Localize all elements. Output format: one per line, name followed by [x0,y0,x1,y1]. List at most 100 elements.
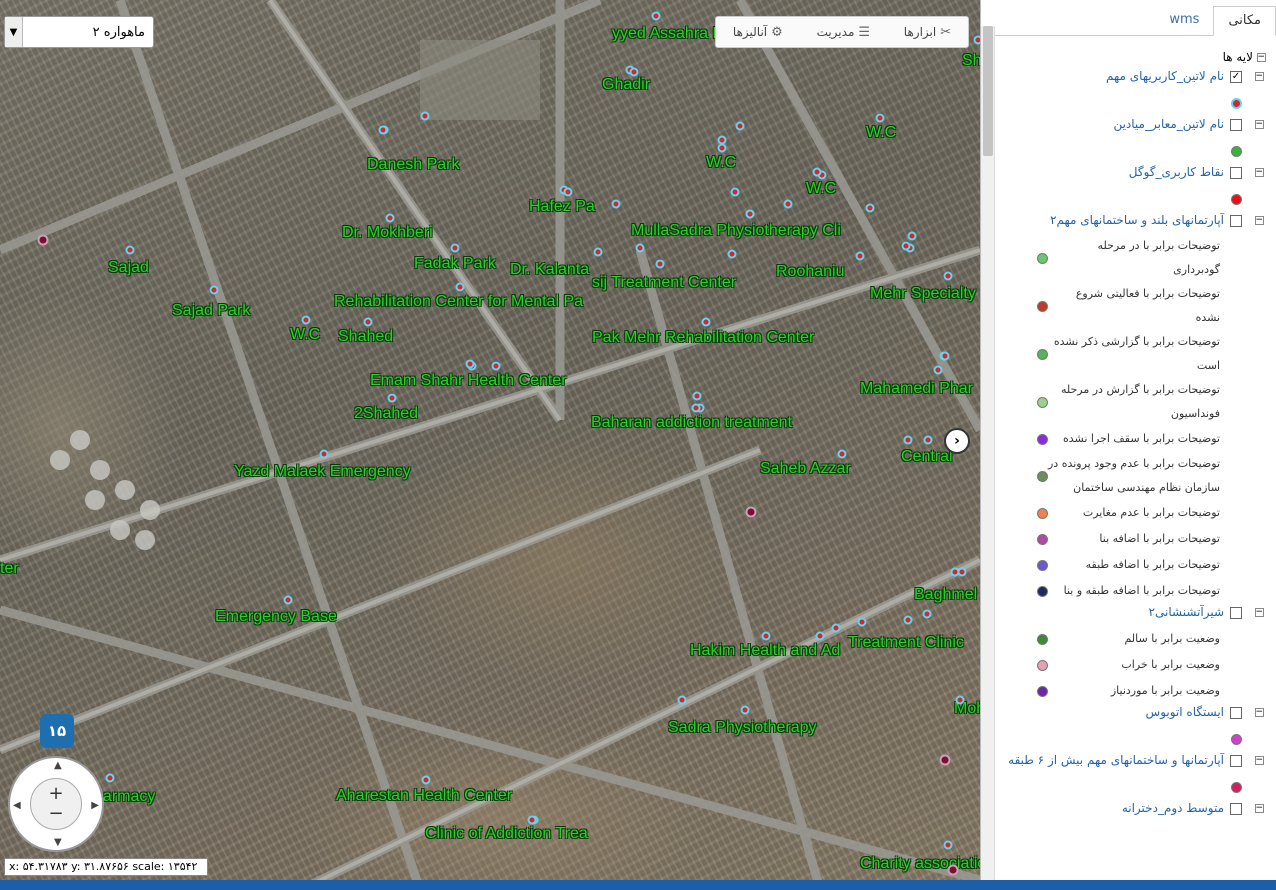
zoom-out-button[interactable]: − [48,804,63,824]
poi-marker-icon[interactable] [491,361,501,371]
layer-name[interactable]: آپارتمانهای بلند و ساختمانهای مهم۲ [1050,212,1224,229]
poi-marker-icon[interactable] [209,285,219,295]
panel-collapse-button[interactable]: › [944,428,970,454]
layer-row[interactable]: ✓ نام لاتین_کاربریهای مهم [997,68,1242,90]
poi-label[interactable]: Dr. Mokhberi [342,224,433,242]
poi-marker-icon[interactable] [635,243,645,253]
poi-marker-icon[interactable] [363,317,373,327]
layer-name[interactable]: ایستگاه اتوبوس [1146,704,1224,721]
poi-marker-icon[interactable] [812,167,822,177]
poi-label[interactable]: Treatment Clinic [848,634,964,652]
poi-marker-icon[interactable] [37,234,49,246]
poi-marker-icon[interactable] [831,623,841,633]
poi-label[interactable]: Emam Shahr Health Center [370,372,567,390]
poi-marker-icon[interactable] [692,391,702,401]
poi-marker-icon[interactable] [717,143,727,153]
poi-marker-icon[interactable] [855,251,865,261]
poi-marker-icon[interactable] [761,631,771,641]
layer-row[interactable]: نقاط کاربری_گوگل [997,164,1242,186]
poi-marker-icon[interactable] [735,121,745,131]
poi-label[interactable]: Yazd Malaek Emergency [234,463,411,481]
poi-marker-icon[interactable] [701,317,711,327]
tools-button[interactable]: ✂ ابزارها [904,25,951,40]
poi-marker-icon[interactable] [593,247,603,257]
layer-checkbox[interactable]: ✓ [1230,71,1242,83]
poi-marker-icon[interactable] [421,775,431,785]
poi-label[interactable]: Hakim Health and Ad [690,642,840,660]
poi-marker-icon[interactable] [865,203,875,213]
poi-label[interactable]: Ghadir [602,76,650,94]
tree-root[interactable]: − لایه ها [997,46,1272,68]
collapse-icon[interactable]: − [1255,608,1264,617]
scrollbar-thumb[interactable] [983,26,993,156]
poi-marker-icon[interactable] [907,231,917,241]
poi-marker-icon[interactable] [677,695,687,705]
tab-wms[interactable]: wms [1155,6,1213,35]
layer-checkbox[interactable] [1230,607,1242,619]
poi-label[interactable]: Roohaniu [776,263,845,281]
poi-marker-icon[interactable] [450,243,460,253]
poi-label[interactable]: Emergency Base [215,608,337,626]
poi-marker-icon[interactable] [922,609,932,619]
layer-name[interactable]: نقاط کاربری_گوگل [1129,164,1224,181]
poi-label[interactable]: Saheb Azzar [760,460,851,478]
poi-marker-icon[interactable] [301,315,311,325]
poi-label[interactable]: Hafez Pa [529,198,595,216]
poi-marker-icon[interactable] [815,631,825,641]
poi-marker-icon[interactable] [455,282,465,292]
poi-label[interactable]: Rehabilitation Center for Mental Pa [334,293,583,311]
poi-marker-icon[interactable] [903,615,913,625]
poi-marker-icon[interactable] [727,249,737,259]
layer-name[interactable]: آپارتمانها و ساختمانهای مهم بیش از ۶ طبق… [1008,752,1224,769]
collapse-icon[interactable]: − [1255,168,1264,177]
poi-marker-icon[interactable] [125,245,135,255]
dropdown-arrow-icon[interactable]: ▼ [5,17,23,47]
poi-marker-icon[interactable] [943,271,953,281]
poi-label[interactable]: Aharestan Health Center [336,787,512,805]
poi-label[interactable]: Shahed [338,328,393,346]
poi-label[interactable]: 2Shahed [354,405,418,423]
poi-label[interactable]: W.C [290,326,320,344]
poi-label[interactable]: Danesh Park [367,156,460,174]
poi-label[interactable]: W.C [866,124,896,142]
layer-name[interactable]: نام لاتین_کاربریهای مهم [1106,68,1224,85]
tab-spatial[interactable]: مکانی [1213,6,1276,36]
poi-label[interactable]: Dr. Kalanta [510,261,589,279]
poi-marker-icon[interactable] [105,773,115,783]
poi-marker-icon[interactable] [740,705,750,715]
poi-marker-icon[interactable] [901,241,911,251]
poi-label[interactable]: Charity association for Protecti [860,855,980,873]
poi-marker-icon[interactable] [283,595,293,605]
poi-marker-icon[interactable] [875,113,885,123]
collapse-icon[interactable]: − [1257,52,1266,62]
poi-marker-icon[interactable] [629,67,639,77]
layer-checkbox[interactable] [1230,119,1242,131]
collapse-icon[interactable]: − [1255,120,1264,129]
poi-label[interactable]: W.C [806,180,836,198]
poi-marker-icon[interactable] [947,864,959,876]
poi-marker-icon[interactable] [745,209,755,219]
collapse-icon[interactable]: − [1255,216,1264,225]
poi-label[interactable]: Fadak Park [414,255,496,273]
pan-right-icon[interactable]: ▶ [91,800,99,811]
collapse-icon[interactable]: − [1255,756,1264,765]
pan-down-icon[interactable]: ▼ [54,837,62,848]
manage-button[interactable]: ☰ مدیریت [817,25,870,40]
poi-marker-icon[interactable] [420,111,430,121]
map-canvas[interactable]: yyed Assahra Pa Ghadir Danesh Park W.C W.C W.… [0,0,980,890]
collapse-icon[interactable]: − [1255,708,1264,717]
zoom-in-button[interactable]: + [48,784,63,804]
layer-name[interactable]: نام لاتین_معابر_میادین [1113,116,1224,133]
layer-checkbox[interactable] [1230,803,1242,815]
poi-marker-icon[interactable] [943,840,953,850]
layer-checkbox[interactable] [1230,707,1242,719]
analysis-button[interactable]: ⚙ آنالیزها [733,25,783,40]
poi-label[interactable]: Clinic of Addiction Trea [425,825,588,843]
poi-marker-icon[interactable] [691,403,701,413]
poi-marker-icon[interactable] [651,11,661,21]
poi-marker-icon[interactable] [465,359,475,369]
layer-row[interactable]: آپارتمانها و ساختمانهای مهم بیش از ۶ طبق… [997,752,1242,774]
poi-label[interactable]: ter [0,560,19,578]
layer-checkbox[interactable] [1230,755,1242,767]
poi-label[interactable]: Baghmel [914,586,977,604]
